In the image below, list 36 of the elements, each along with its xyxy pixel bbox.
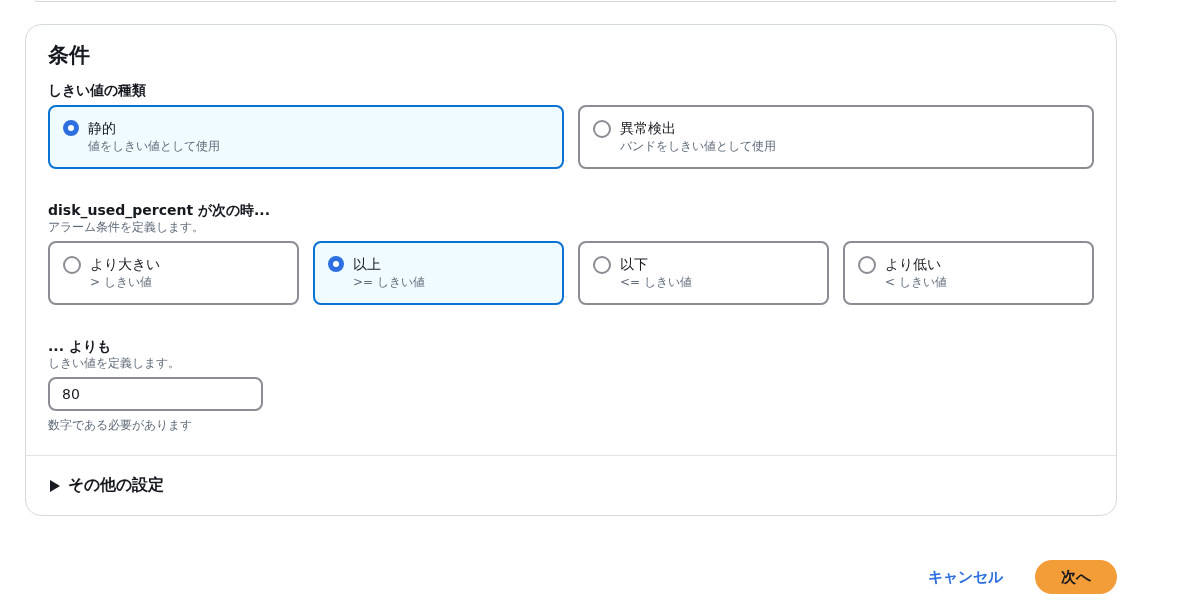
field-description: アラーム条件を定義します。 — [48, 219, 205, 235]
next-button[interactable]: 次へ — [1035, 560, 1117, 594]
field-label: ... よりも — [48, 337, 112, 355]
section-title: 条件 — [48, 42, 91, 69]
option-description: < しきい値 — [885, 274, 947, 290]
radio-option[interactable]: 以下 <= しきい値 — [578, 241, 829, 305]
option-label: 以上 — [353, 255, 382, 274]
radio-button[interactable] — [593, 256, 611, 274]
radio-option[interactable]: 静的 値をしきい値として使用 — [48, 105, 564, 169]
option-label: 以下 — [620, 255, 649, 274]
radio-button[interactable] — [328, 256, 344, 272]
option-description: >= しきい値 — [353, 274, 425, 290]
option-label: より低い — [885, 255, 942, 274]
cancel-link[interactable]: キャンセル — [928, 563, 1003, 591]
option-label: より大きい — [90, 255, 160, 274]
threshold-input[interactable]: 80 — [48, 377, 263, 411]
radio-option[interactable]: 以上 >= しきい値 — [313, 241, 564, 305]
field-label: disk_used_percent が次の時... — [48, 201, 271, 219]
option-description: <= しきい値 — [620, 274, 692, 290]
radio-button[interactable] — [63, 256, 81, 274]
radio-button[interactable] — [858, 256, 876, 274]
option-label: 静的 — [88, 119, 117, 138]
radio-option[interactable]: より低い < しきい値 — [843, 241, 1094, 305]
option-description: バンドをしきい値として使用 — [620, 138, 776, 154]
field-hint: 数字である必要があります — [48, 417, 193, 433]
option-description: > しきい値 — [90, 274, 153, 290]
option-label: 異常検出 — [620, 119, 677, 138]
radio-option[interactable]: 異常検出 バンドをしきい値として使用 — [578, 105, 1094, 169]
option-description: 値をしきい値として使用 — [88, 138, 220, 154]
radio-button[interactable] — [63, 120, 79, 136]
additional-settings-toggle[interactable]: その他の設定 — [26, 456, 186, 515]
field-description: しきい値を定義します。 — [48, 355, 181, 371]
radio-option[interactable]: より大きい > しきい値 — [48, 241, 299, 305]
field-label: しきい値の種類 — [48, 81, 147, 99]
radio-button[interactable] — [593, 120, 611, 138]
triangle-icon — [50, 479, 60, 492]
